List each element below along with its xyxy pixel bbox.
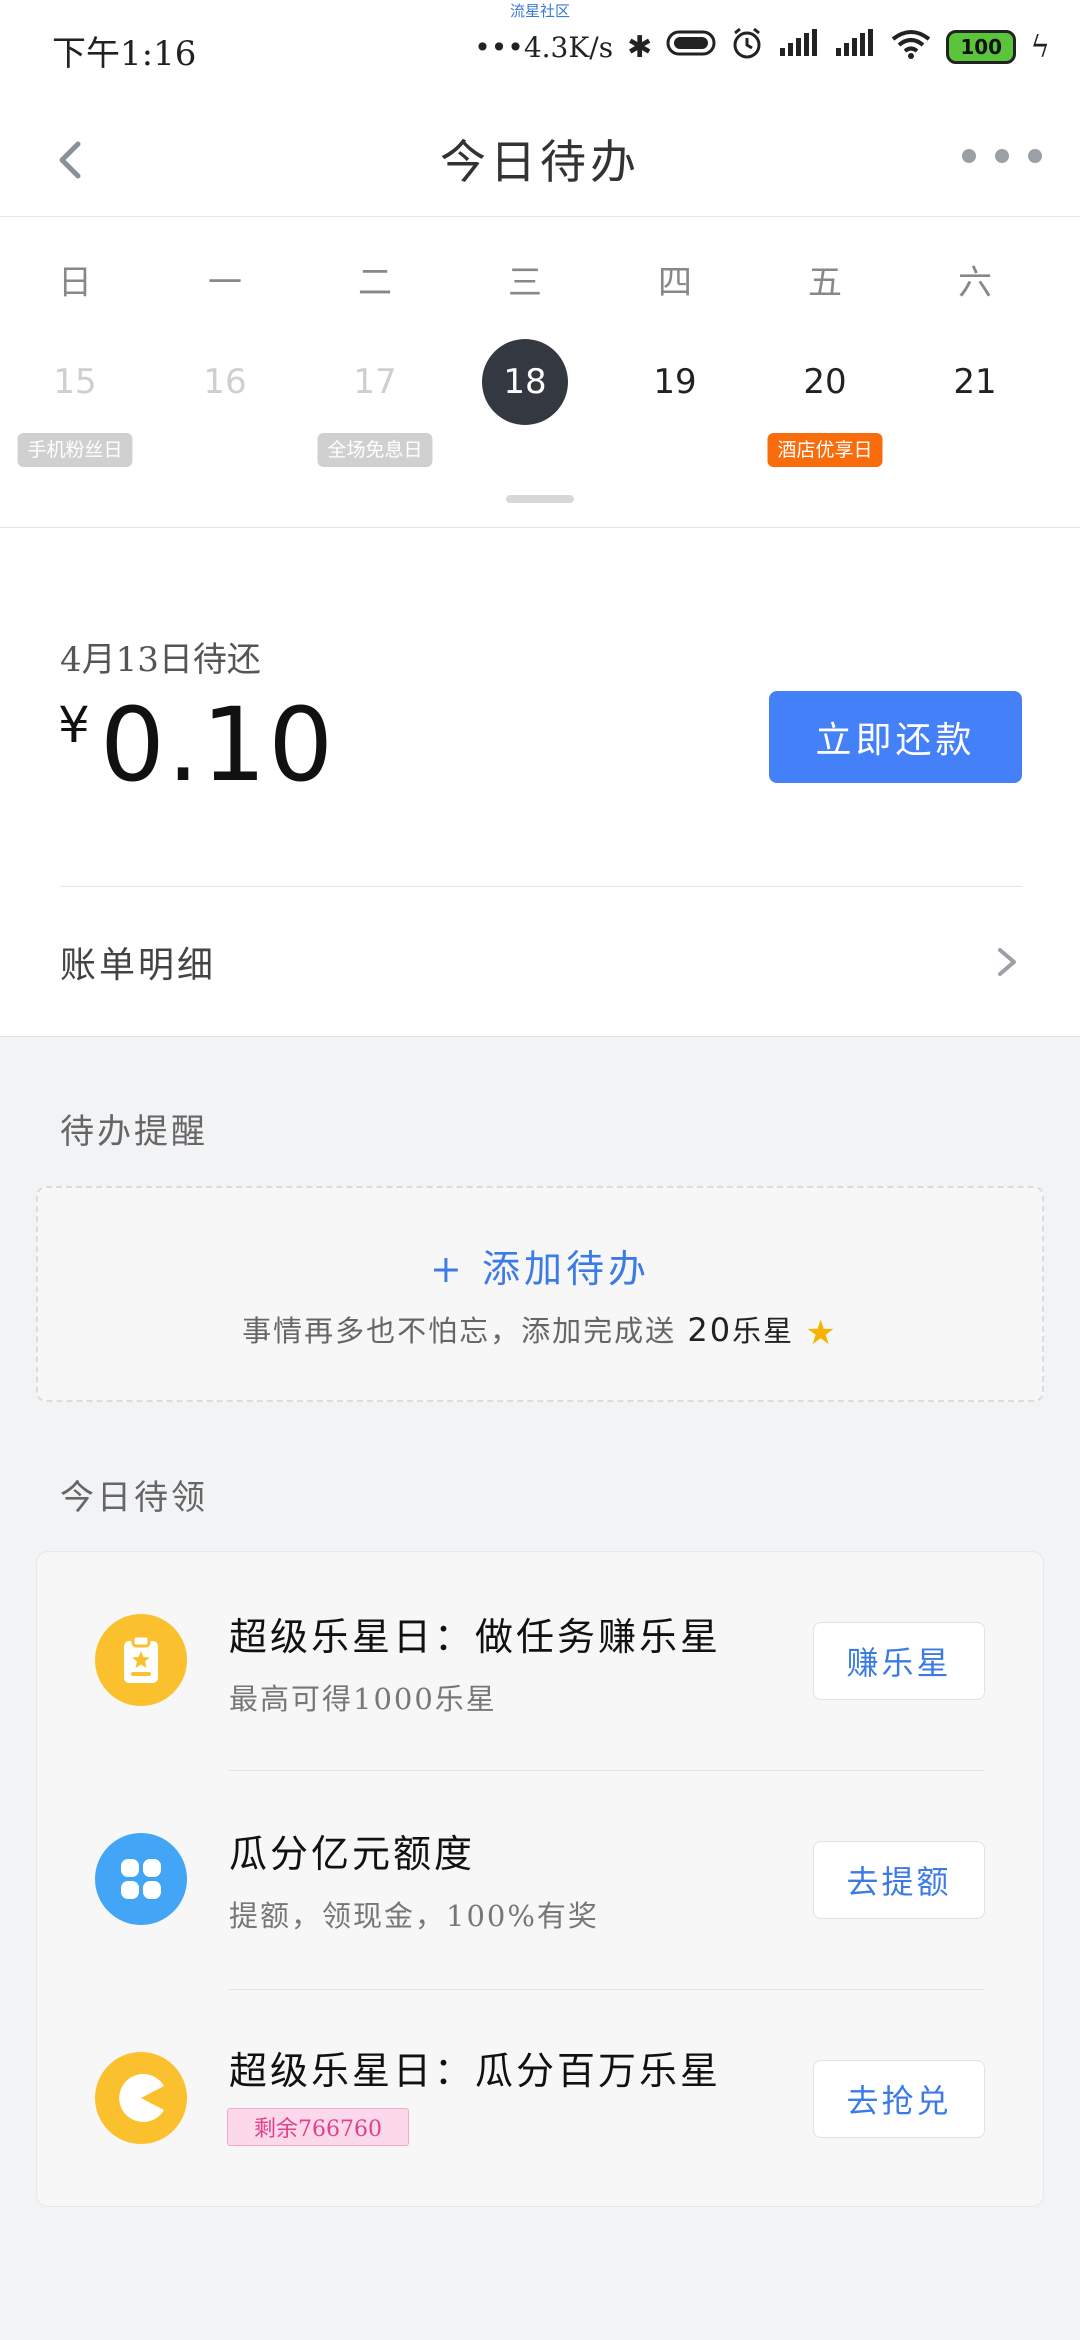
item-title: 瓜分亿元额度 (229, 1832, 476, 1876)
due-date-label: 4月13日待还 (60, 640, 261, 680)
battery-icon: 100 (946, 30, 1017, 64)
weekday-row: 日 一 二 三 四 五 六 (0, 255, 1080, 304)
item-title: 超级乐星日：做任务赚乐星 (229, 1615, 722, 1659)
add-todo-hint: 事情再多也不怕忘，添加完成送 20乐星 ★ (38, 1308, 1042, 1353)
date-number: 21 (953, 362, 997, 402)
date-tag: 手机粉丝日 (17, 433, 133, 467)
signal-icon (778, 28, 820, 66)
more-dot-icon (1028, 149, 1042, 163)
star-icon: ★ (805, 1313, 838, 1353)
item-title: 超级乐星日：瓜分百万乐星 (229, 2049, 722, 2093)
date-number: 19 (653, 362, 697, 402)
date-cell[interactable]: 17 全场免息日 (300, 339, 450, 467)
add-todo-box[interactable]: + 添加待办 事情再多也不怕忘，添加完成送 20乐星 ★ (36, 1186, 1044, 1402)
reward-unit: 乐星 (732, 1314, 795, 1348)
redeem-button[interactable]: 去抢兑 (813, 2060, 985, 2138)
nav-header: 今日待办 (0, 100, 1080, 217)
date-cell[interactable]: 16 (150, 339, 300, 425)
hint-text: 事情再多也不怕忘，添加完成送 (242, 1314, 677, 1348)
date-cell[interactable]: 21 (900, 339, 1050, 425)
currency-symbol: ¥ (58, 696, 90, 754)
clipboard-star-icon (95, 1614, 187, 1706)
bluetooth-icon: ✱ (627, 29, 653, 65)
reward-amount: 20 (687, 1311, 733, 1349)
date-cell[interactable]: 20 酒店优享日 (750, 339, 900, 467)
date-number: 16 (203, 362, 247, 402)
raise-limit-button[interactable]: 去提额 (813, 1841, 985, 1919)
date-tag: 全场免息日 (317, 433, 433, 467)
due-amount: 0.10 (100, 686, 336, 805)
date-number: 20 (803, 362, 847, 402)
remaining-badge: 剩余766760 (227, 2108, 409, 2146)
page-title: 今日待办 (440, 135, 640, 189)
weekday-label: 三 (508, 263, 542, 303)
pacman-star-icon (95, 2052, 187, 2144)
date-number: 15 (53, 362, 97, 402)
item-subtitle: 最高可得1000乐星 (229, 1682, 497, 1716)
list-item[interactable]: 超级乐星日：做任务赚乐星 最高可得1000乐星 赚乐星 (37, 1552, 1045, 1770)
weekday-label: 四 (658, 263, 692, 303)
weekday-label: 日 (58, 263, 92, 303)
claim-list-card: 超级乐星日：做任务赚乐星 最高可得1000乐星 赚乐星 瓜分亿元额度 提额，领现… (36, 1551, 1044, 2207)
list-item[interactable]: 瓜分亿元额度 提额，领现金，100%有奖 去提额 (37, 1771, 1045, 1989)
today-claim-section-title: 今日待领 (60, 1478, 208, 1518)
earn-stars-button[interactable]: 赚乐星 (813, 1622, 985, 1700)
more-dot-icon (962, 149, 976, 163)
network-speed: •••4.3K/s (474, 30, 614, 64)
item-subtitle: 提额，领现金，100%有奖 (229, 1899, 599, 1933)
weekday-label: 一 (208, 263, 242, 303)
weekday-label: 六 (958, 263, 992, 303)
charging-icon: ϟ (1030, 29, 1050, 65)
signal-icon (834, 28, 876, 66)
more-button[interactable] (962, 136, 1042, 176)
status-time: 下午1:16 (52, 34, 197, 74)
expand-handle[interactable] (506, 495, 574, 503)
date-number: 17 (353, 362, 397, 402)
alarm-icon (730, 26, 764, 68)
weekday-label: 五 (808, 263, 842, 303)
week-calendar: 日 一 二 三 四 五 六 15 手机粉丝日 16 17 全场免息日 18 19… (0, 217, 1080, 528)
more-dot-icon (995, 149, 1009, 163)
date-number: 18 (503, 362, 547, 402)
clover-icon (95, 1833, 187, 1925)
status-icons: •••4.3K/s ✱ 100 ϟ (474, 26, 1050, 68)
date-row: 15 手机粉丝日 16 17 全场免息日 18 19 20 酒店优享日 21 (0, 339, 1080, 467)
add-todo-button[interactable]: + 添加待办 (38, 1238, 1042, 1293)
repay-now-button[interactable]: 立即还款 (769, 691, 1022, 783)
status-bar: 流星社区 下午1:16 •••4.3K/s ✱ 100 ϟ (0, 0, 1080, 100)
date-tag: 酒店优享日 (767, 433, 883, 467)
wifi-icon (890, 27, 932, 67)
list-item[interactable]: 超级乐星日：瓜分百万乐星 剩余766760 去抢兑 (37, 1990, 1045, 2208)
bill-detail-link[interactable]: 账单明细 (60, 936, 216, 988)
bill-card: 4月13日待还 ¥ 0.10 立即还款 账单明细 (0, 528, 1080, 1037)
toggle-icon (666, 28, 716, 66)
weekday-label: 二 (358, 263, 392, 303)
divider (60, 886, 1022, 887)
watermark: 流星社区 (509, 2, 570, 20)
reminders-section-title: 待办提醒 (60, 1112, 208, 1152)
chevron-right-icon[interactable] (992, 942, 1022, 982)
date-cell-today[interactable]: 18 (450, 339, 600, 425)
date-cell[interactable]: 19 (600, 339, 750, 425)
date-cell[interactable]: 15 手机粉丝日 (0, 339, 150, 467)
